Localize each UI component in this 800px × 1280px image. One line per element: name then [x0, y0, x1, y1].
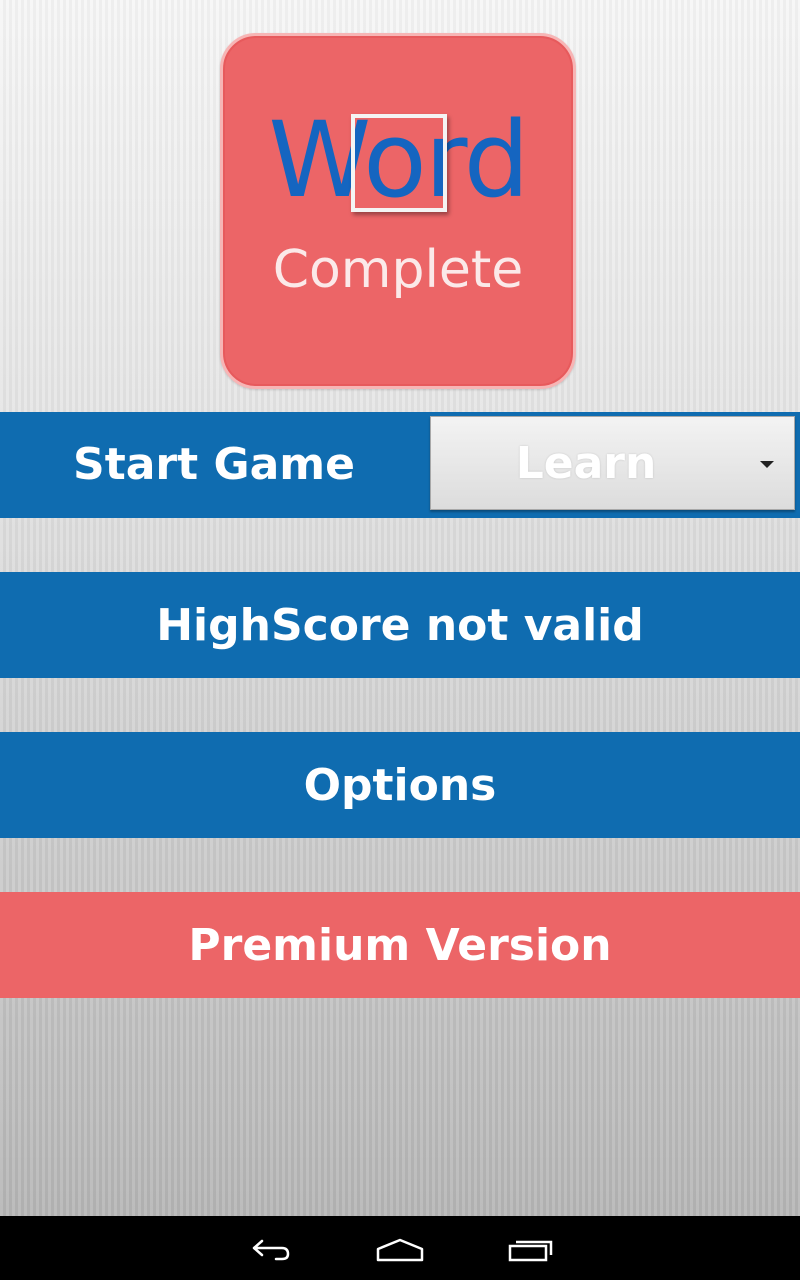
premium-version-button[interactable]: Premium Version [0, 892, 800, 998]
system-navigation-bar [0, 1216, 800, 1280]
logo-subtitle: Complete [272, 240, 524, 300]
start-game-button[interactable]: Start Game [0, 412, 428, 518]
back-icon[interactable] [240, 1228, 300, 1268]
recent-apps-icon[interactable] [500, 1228, 560, 1268]
highscore-button[interactable]: HighScore not valid [0, 572, 800, 678]
start-game-row: Start Game Learn [0, 412, 800, 518]
app-logo: Word Complete [220, 33, 576, 389]
mode-dropdown-value: Learn [515, 438, 657, 489]
logo-letter-frame [351, 114, 447, 212]
mode-dropdown[interactable]: Learn [430, 416, 795, 510]
dropdown-arrow-icon [760, 461, 774, 468]
home-icon[interactable] [370, 1228, 430, 1268]
options-button[interactable]: Options [0, 732, 800, 838]
